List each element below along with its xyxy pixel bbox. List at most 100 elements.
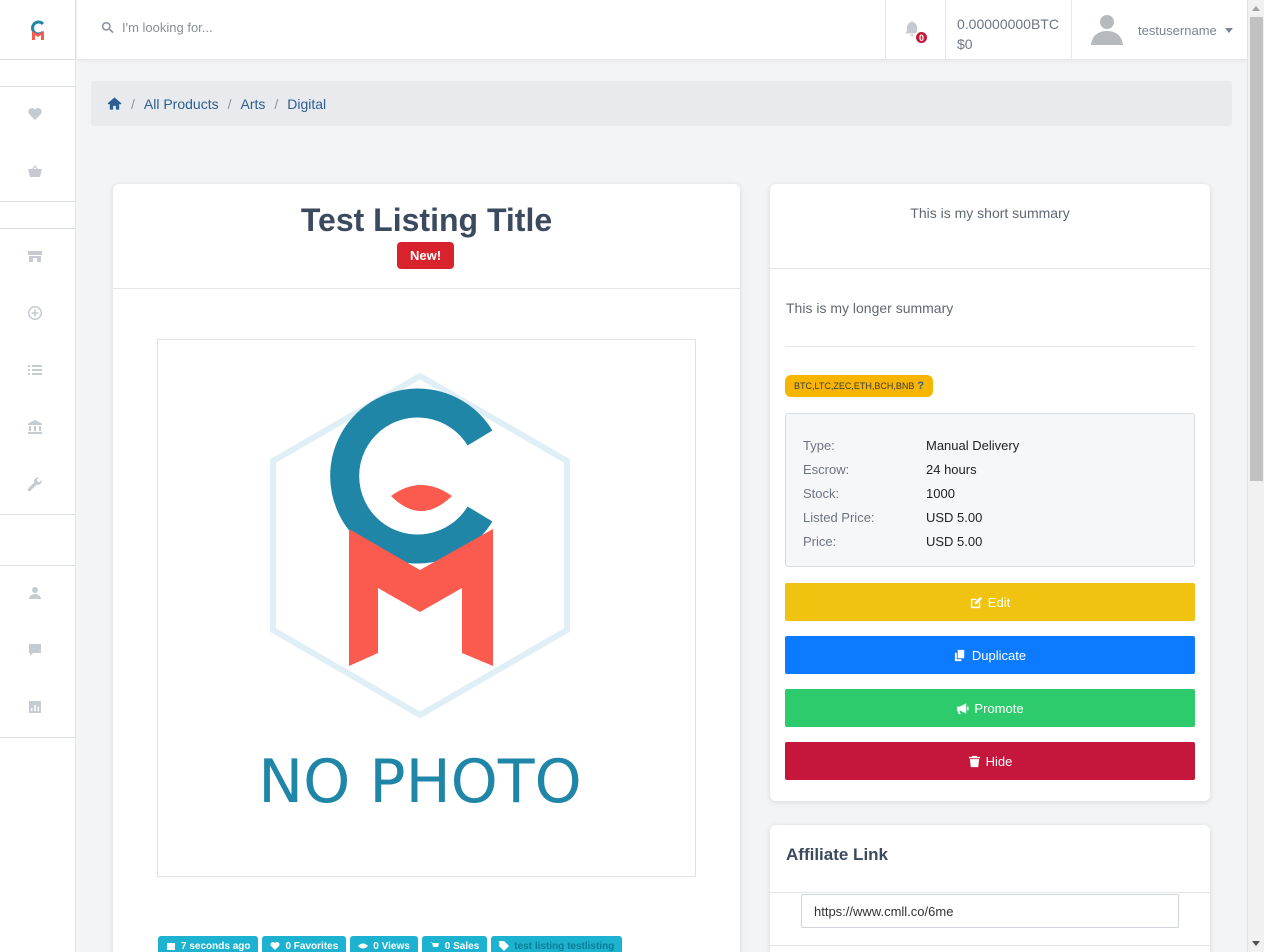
user-avatar-icon xyxy=(1091,15,1123,45)
detail-label: Price: xyxy=(803,533,837,549)
balance-usd: $0 xyxy=(957,36,973,52)
bar-chart-icon[interactable] xyxy=(26,698,44,716)
add-circle-icon[interactable] xyxy=(26,304,44,322)
duplicate-button[interactable]: Duplicate xyxy=(785,636,1195,674)
chevron-down-icon xyxy=(1224,28,1233,33)
affiliate-link-input[interactable] xyxy=(801,894,1179,928)
promote-button[interactable]: Promote xyxy=(785,689,1195,727)
edit-icon xyxy=(970,596,982,608)
divider xyxy=(113,288,740,289)
sidebar-divider xyxy=(0,59,76,60)
detail-row-price: Price: USD 5.00 xyxy=(803,529,1194,553)
duplicate-button-label: Duplicate xyxy=(971,647,1027,663)
listing-title: Test Listing Title xyxy=(300,202,553,238)
search-bar xyxy=(101,20,422,35)
sidebar-divider xyxy=(0,737,76,738)
listing-card: Test Listing Title New! NO PHOTO 7 secon… xyxy=(113,184,740,952)
sidebar-divider xyxy=(0,565,76,566)
breadcrumb-separator: / xyxy=(227,95,232,112)
long-summary: This is my longer summary xyxy=(786,300,954,316)
user-icon[interactable] xyxy=(26,584,44,602)
detail-row-type: Type: Manual Delivery xyxy=(803,433,1194,457)
affiliate-link-card: Affiliate Link xyxy=(770,825,1210,952)
stat-tag-sales: 0 Sales xyxy=(421,936,488,952)
breadcrumb: / All Products / Arts / Digital xyxy=(91,81,1232,126)
divider xyxy=(770,268,1210,269)
home-icon[interactable] xyxy=(107,96,122,111)
megaphone-icon xyxy=(957,702,969,714)
stat-tag-keywords[interactable]: test listing testlisting xyxy=(491,936,623,952)
breadcrumb-separator: / xyxy=(274,95,279,112)
help-question-icon[interactable]: ? xyxy=(917,380,924,392)
affiliate-link-title: Affiliate Link xyxy=(786,845,889,864)
basket-icon[interactable] xyxy=(26,162,44,180)
listing-stats: 7 seconds ago 0 Favorites 0 Views 0 Sale… xyxy=(158,936,623,952)
message-icon[interactable] xyxy=(26,641,44,659)
hide-button-label: Hide xyxy=(985,753,1013,769)
scroll-thumb[interactable] xyxy=(1250,17,1263,481)
detail-label: Stock: xyxy=(803,485,840,501)
currencies-label: BTC,LTC,ZEC,ETH,BCH,BNB xyxy=(794,381,915,391)
cart-icon xyxy=(429,942,439,947)
heart-icon xyxy=(270,942,280,950)
detail-value: 24 hours xyxy=(926,461,977,477)
calendar-icon xyxy=(167,943,175,950)
breadcrumb-all-products[interactable]: All Products xyxy=(144,96,219,112)
sidebar xyxy=(0,0,76,952)
list-icon[interactable] xyxy=(26,361,44,379)
tag-icon xyxy=(499,941,510,951)
topbar-divider xyxy=(885,0,886,60)
detail-label: Type: xyxy=(803,437,835,453)
sidebar-divider xyxy=(0,201,76,202)
topbar-divider xyxy=(1071,0,1072,60)
divider xyxy=(770,945,1210,946)
stat-tag-views: 0 Views xyxy=(350,936,418,952)
stat-views-label: 0 Views xyxy=(373,940,410,952)
store-icon[interactable] xyxy=(26,247,44,265)
balance-btc: 0.00000000BTC xyxy=(957,16,1059,32)
hide-button[interactable]: Hide xyxy=(785,742,1195,780)
listing-photo[interactable]: NO PHOTO xyxy=(157,339,696,877)
detail-value: Manual Delivery xyxy=(926,437,1020,453)
short-summary: This is my short summary xyxy=(910,205,1070,221)
stat-tag-favorites: 0 Favorites xyxy=(262,936,347,952)
promote-button-label: Promote xyxy=(974,700,1024,716)
no-photo-placeholder-image: NO PHOTO xyxy=(258,372,582,817)
sidebar-divider xyxy=(0,514,76,515)
scroll-down-arrow-icon[interactable] xyxy=(1252,941,1260,946)
logo-icon xyxy=(30,20,44,40)
wallet-balance[interactable]: 0.00000000BTC $0 xyxy=(957,14,1059,54)
detail-value: 1000 xyxy=(926,485,955,501)
listing-details: Type: Manual Delivery Escrow: 24 hours S… xyxy=(785,413,1195,567)
scroll-up-arrow-icon[interactable] xyxy=(1252,6,1260,11)
username: testusername xyxy=(1138,23,1217,38)
wrench-icon[interactable] xyxy=(26,475,44,493)
bank-icon[interactable] xyxy=(26,418,44,436)
sidebar-divider xyxy=(0,86,76,87)
logo[interactable] xyxy=(0,0,75,60)
stat-sales-label: 0 Sales xyxy=(444,940,480,952)
edit-button[interactable]: Edit xyxy=(785,583,1195,621)
detail-label: Listed Price: xyxy=(803,509,875,525)
copy-icon xyxy=(954,649,965,661)
detail-row-listed-price: Listed Price: USD 5.00 xyxy=(803,505,1194,529)
search-icon xyxy=(101,21,114,34)
detail-row-stock: Stock: 1000 xyxy=(803,481,1194,505)
notification-count-badge: 0 xyxy=(914,30,929,45)
listing-summary-card: This is my short summary This is my long… xyxy=(770,184,1210,801)
stat-tag-age: 7 seconds ago xyxy=(158,936,259,952)
avatar xyxy=(1090,12,1124,49)
breadcrumb-arts[interactable]: Arts xyxy=(240,96,265,112)
detail-label: Escrow: xyxy=(803,461,850,477)
page-scrollbar[interactable] xyxy=(1247,0,1264,952)
sidebar-divider xyxy=(0,228,76,229)
accepted-currencies-badge[interactable]: BTC,LTC,ZEC,ETH,BCH,BNB ? xyxy=(785,375,934,397)
user-menu[interactable]: testusername xyxy=(1090,12,1233,49)
eye-icon xyxy=(358,943,369,949)
favorites-heart-icon[interactable] xyxy=(26,105,44,123)
search-input[interactable] xyxy=(122,20,422,35)
detail-row-escrow: Escrow: 24 hours xyxy=(803,457,1194,481)
stat-favorites-label: 0 Favorites xyxy=(285,940,339,952)
breadcrumb-digital[interactable]: Digital xyxy=(287,96,326,112)
notifications-button[interactable]: 0 xyxy=(903,20,929,45)
